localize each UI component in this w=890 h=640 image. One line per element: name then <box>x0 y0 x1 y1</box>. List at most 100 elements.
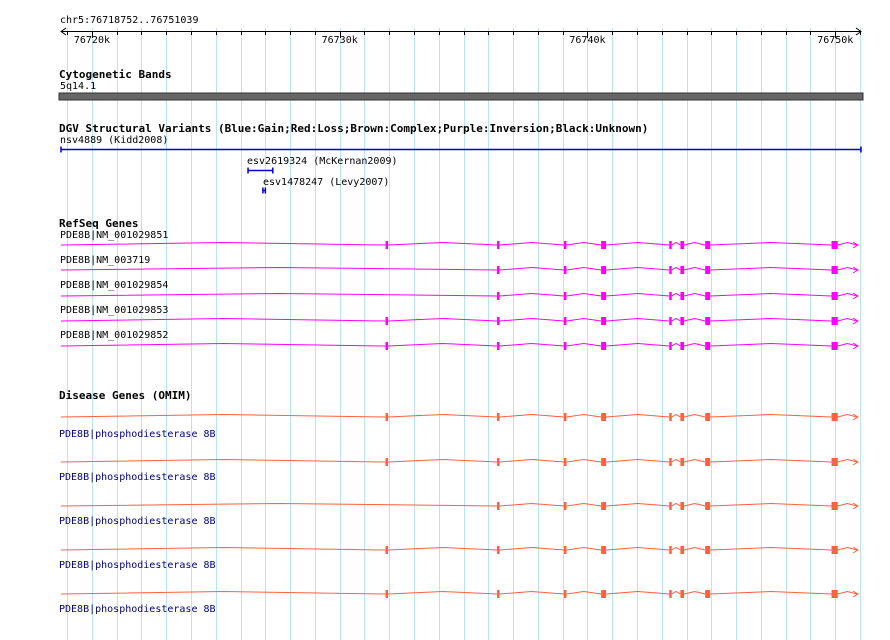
refseq-gene-exon <box>705 342 711 350</box>
omim-gene-exon <box>563 413 567 421</box>
omim-gene-intron <box>566 458 602 463</box>
omim-gene-intron <box>499 458 564 463</box>
refseq-gene-intron <box>60 342 386 347</box>
refseq-gene-intron <box>499 342 564 347</box>
omim-gene-intron <box>671 458 681 463</box>
omim-gene-exon <box>669 502 672 510</box>
omim-gene-exon <box>680 502 685 510</box>
omim-gene-intron <box>710 502 832 507</box>
refseq-gene-exon <box>831 241 838 249</box>
omim-gene-exon <box>497 458 500 466</box>
omim-gene-exon <box>601 502 607 510</box>
refseq-gene-exon <box>680 241 685 249</box>
refseq-gene-intron <box>566 266 602 271</box>
omim-gene-intron <box>60 546 386 551</box>
refseq-gene-exon <box>669 317 672 325</box>
refseq-gene-exon <box>831 317 838 325</box>
omim-gene-label[interactable]: PDE8B|phosphodiesterase 8B <box>59 429 216 441</box>
refseq-gene-intron <box>387 342 498 347</box>
cytoband-bar <box>58 92 864 101</box>
refseq-gene-exon <box>497 241 500 249</box>
refseq-gene-intron <box>387 317 498 322</box>
omim-gene-exon <box>385 458 389 466</box>
omim-gene-intron <box>499 546 564 551</box>
omim-gene-intron <box>710 458 832 463</box>
refseq-gene-exon <box>669 292 672 300</box>
omim-gene-exon <box>563 458 567 466</box>
refseq-gene-label[interactable]: PDE8B|NM_001029851 <box>60 230 168 242</box>
refseq-gene-exon <box>705 241 711 249</box>
omim-gene-exon <box>497 590 500 598</box>
refseq-gene-intron <box>566 342 602 347</box>
dgv-feature-label[interactable]: esv2619324 (McKernan2009) <box>247 156 398 168</box>
cytoband-label[interactable]: 5q14.1 <box>60 81 96 93</box>
refseq-gene-intron <box>60 266 498 271</box>
omim-gene-exon <box>601 458 607 466</box>
omim-gene-intron <box>387 546 498 551</box>
refseq-gene-exon <box>563 317 567 325</box>
omim-gene-intron <box>60 458 386 463</box>
refseq-gene-label[interactable]: PDE8B|NM_003719 <box>60 255 150 267</box>
genome-browser-view: 76720k 76730k 76740k 76750k chr5:76718752..… <box>0 0 890 640</box>
omim-gene-label[interactable]: PDE8B|phosphodiesterase 8B <box>59 604 216 616</box>
refseq-gene-intron <box>710 317 832 322</box>
refseq-gene-exon <box>705 292 711 300</box>
refseq-gene-label[interactable]: PDE8B|NM_001029852 <box>60 330 168 342</box>
omim-gene-label[interactable]: PDE8B|phosphodiesterase 8B <box>59 472 216 484</box>
refseq-gene-exon <box>831 342 838 350</box>
refseq-gene-intron <box>566 317 602 322</box>
refseq-gene-exon <box>680 266 685 274</box>
refseq-gene-intron <box>671 342 681 347</box>
refseq-gene-exon <box>705 266 711 274</box>
refseq-gene-label[interactable]: PDE8B|NM_001029853 <box>60 305 168 317</box>
refseq-gene-exon <box>385 317 389 325</box>
omim-gene-intron <box>566 546 602 551</box>
refseq-gene-intron <box>671 266 681 271</box>
track-title-omim: Disease Genes (OMIM) <box>59 389 192 402</box>
refseq-gene-exon <box>563 342 567 350</box>
omim-gene-intron <box>566 413 602 418</box>
omim-gene-exon <box>563 502 567 510</box>
omim-gene-exon <box>831 413 838 421</box>
refseq-gene-intron <box>499 317 564 322</box>
ruler-tick-label: 76730k <box>322 35 358 46</box>
refseq-gene-intron <box>60 317 386 322</box>
dgv-feature-label[interactable]: esv1478247 (Levy2007) <box>263 177 389 189</box>
omim-gene-intron <box>387 458 498 463</box>
refseq-gene-intron <box>60 241 386 246</box>
refseq-gene-exon <box>497 342 500 350</box>
omim-gene-exon <box>705 546 711 554</box>
omim-gene-label[interactable]: PDE8B|phosphodiesterase 8B <box>59 516 216 528</box>
refseq-gene-exon <box>563 292 567 300</box>
omim-gene-intron <box>499 590 564 595</box>
dgv-feature-label[interactable]: nsv4889 (Kidd2008) <box>60 135 168 147</box>
omim-gene-intron <box>671 590 681 595</box>
omim-gene-label[interactable]: PDE8B|phosphodiesterase 8B <box>59 560 216 572</box>
refseq-gene-intron <box>671 241 681 246</box>
omim-gene-exon <box>680 458 685 466</box>
omim-gene-intron <box>387 413 498 418</box>
omim-gene-intron <box>671 413 681 418</box>
refseq-gene-exon <box>497 317 500 325</box>
refseq-gene-intron <box>60 292 498 297</box>
omim-gene-exon <box>680 546 685 554</box>
refseq-gene-exon <box>601 266 607 274</box>
omim-gene-intron <box>566 502 602 507</box>
refseq-gene-exon <box>601 241 607 249</box>
omim-gene-exon <box>831 502 838 510</box>
omim-gene-exon <box>705 413 711 421</box>
omim-gene-exon <box>497 546 500 554</box>
omim-gene-exon <box>563 590 567 598</box>
omim-gene-exon <box>705 458 711 466</box>
omim-gene-exon <box>385 413 389 421</box>
omim-gene-intron <box>499 413 564 418</box>
refseq-gene-intron <box>671 317 681 322</box>
omim-gene-exon <box>705 502 711 510</box>
omim-gene-intron <box>60 590 386 595</box>
refseq-gene-exon <box>601 317 607 325</box>
track-title-cytoband: Cytogenetic Bands <box>59 68 172 81</box>
refseq-gene-exon <box>385 342 389 350</box>
omim-gene-exon <box>680 413 685 421</box>
refseq-gene-label[interactable]: PDE8B|NM_001029854 <box>60 280 168 292</box>
refseq-gene-exon <box>680 317 685 325</box>
